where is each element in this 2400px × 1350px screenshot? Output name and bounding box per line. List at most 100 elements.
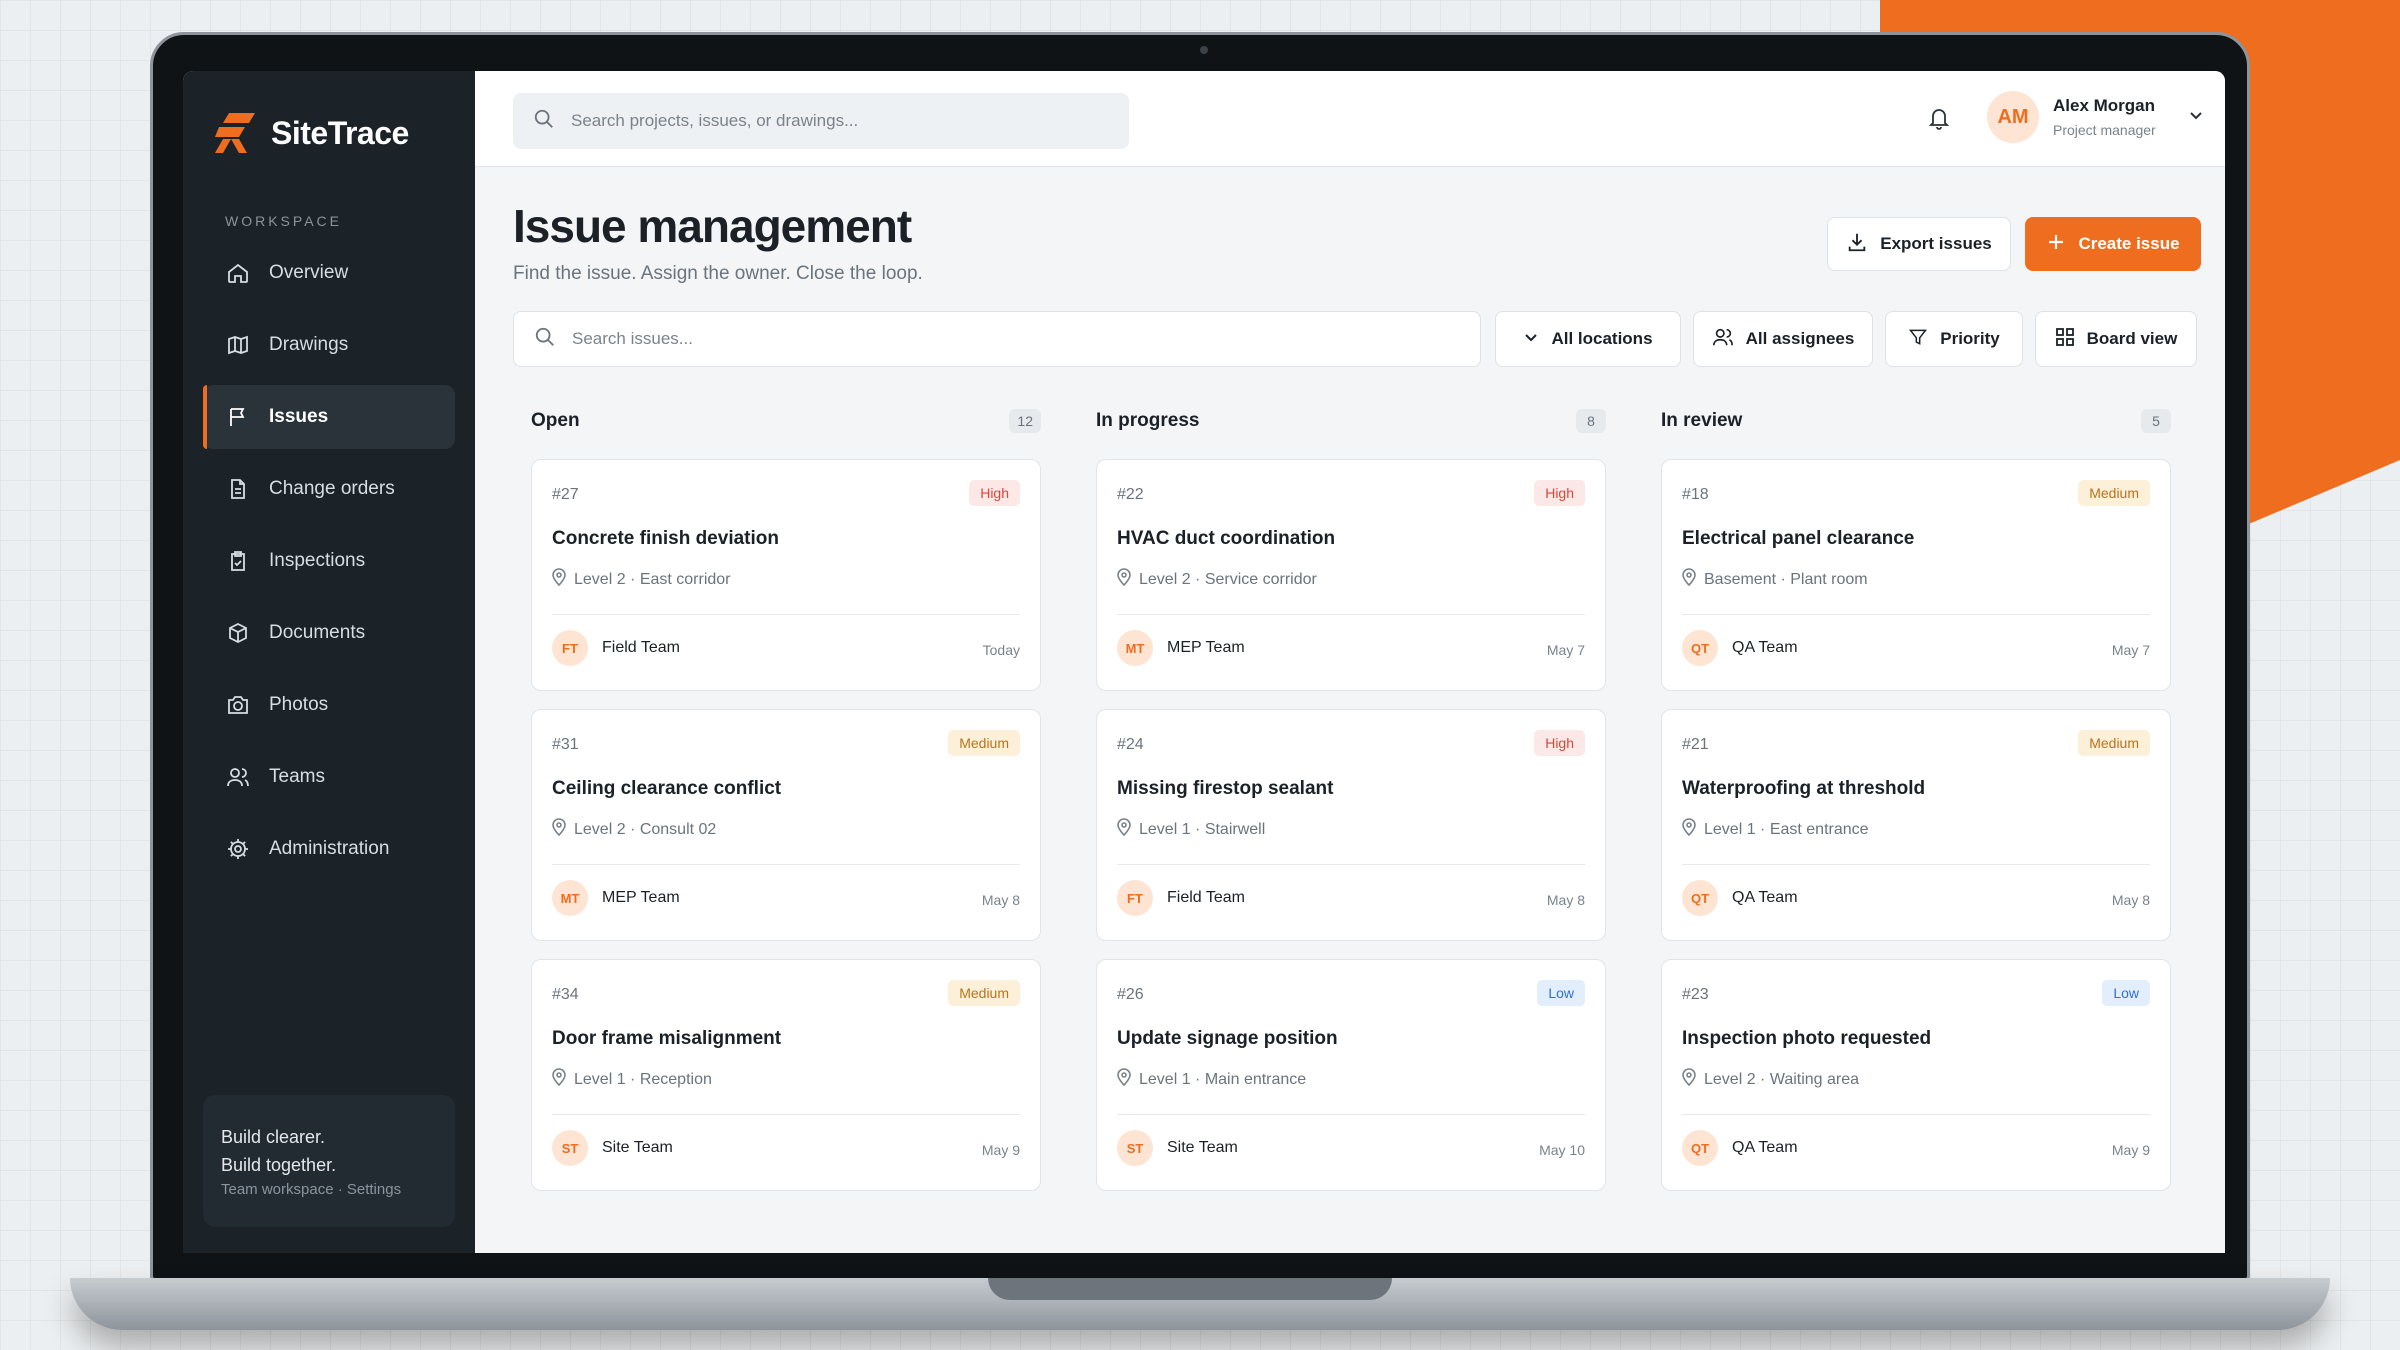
issue-card[interactable]: #23 Low Inspection photo requested Level 2 … bbox=[1661, 959, 2171, 1191]
avatar: AM bbox=[1987, 91, 2039, 143]
global-search-input[interactable]: Search projects, issues, or drawings... bbox=[513, 93, 1129, 149]
export-issues-button[interactable]: Export issues bbox=[1827, 217, 2011, 271]
team-avatar: FT bbox=[1117, 880, 1153, 916]
grid-icon bbox=[2055, 327, 2075, 352]
issue-title: Electrical panel clearance bbox=[1682, 528, 1915, 549]
issue-card[interactable]: #21 Medium Waterproofing at threshold Level… bbox=[1661, 709, 2171, 941]
bell-icon[interactable] bbox=[1927, 105, 1951, 136]
sitetrace-logo-icon bbox=[215, 113, 255, 153]
user-name: Alex Morgan bbox=[2053, 96, 2156, 115]
sidebar-item-overview[interactable]: Overview bbox=[203, 241, 455, 305]
clipboard-check-icon bbox=[225, 548, 251, 574]
column-title: Open bbox=[531, 410, 580, 431]
sidebar-item-administration[interactable]: Administration bbox=[203, 817, 455, 881]
assignee: QT QA Team bbox=[1682, 630, 1798, 666]
card-divider bbox=[1117, 614, 1585, 615]
footer-tagline-1: Build clearer. bbox=[221, 1127, 326, 1147]
priority-badge: High bbox=[1534, 730, 1585, 756]
assignee: QT QA Team bbox=[1682, 880, 1798, 916]
issue-date: May 7 bbox=[2111, 642, 2150, 658]
priority-badge: Medium bbox=[2078, 480, 2150, 506]
location-pin-icon bbox=[1682, 1068, 1696, 1091]
issue-card[interactable]: #22 High HVAC duct coordination Level 2 · S… bbox=[1096, 459, 1606, 691]
issue-date: May 9 bbox=[2111, 1142, 2150, 1158]
funnel-icon bbox=[1908, 327, 1928, 352]
issue-location-text: Level 1 · Reception bbox=[574, 1070, 712, 1088]
top-bar: Search projects, issues, or drawings... … bbox=[475, 71, 2225, 167]
team-name: QA Team bbox=[1732, 1139, 1798, 1156]
team-avatar: QT bbox=[1682, 1130, 1718, 1166]
priority-filter[interactable]: Priority bbox=[1885, 311, 2023, 367]
issue-card[interactable]: #24 High Missing firestop sealant Level 1 ·… bbox=[1096, 709, 1606, 941]
location-pin-icon bbox=[552, 818, 566, 841]
assignee: QT QA Team bbox=[1682, 1130, 1798, 1166]
issue-location-text: Level 2 · East corridor bbox=[574, 570, 731, 588]
issue-date: May 8 bbox=[981, 892, 1020, 908]
issue-title: Inspection photo requested bbox=[1682, 1028, 1932, 1049]
sidebar-item-teams[interactable]: Teams bbox=[203, 745, 455, 809]
issue-card[interactable]: #31 Medium Ceiling clearance conflict Level… bbox=[531, 709, 1041, 941]
issue-date: May 7 bbox=[1546, 642, 1585, 658]
assignees-filter-label: All assignees bbox=[1745, 329, 1855, 348]
board-view-toggle[interactable]: Board view bbox=[2035, 311, 2197, 367]
issue-location: Level 2 · Service corridor bbox=[1117, 568, 1317, 591]
locations-filter-label: All locations bbox=[1551, 329, 1653, 348]
issue-location: Level 1 · Main entrance bbox=[1117, 1068, 1306, 1091]
column-header-in-review: In review 5 bbox=[1661, 409, 2171, 433]
box-icon bbox=[225, 620, 251, 646]
issue-title: HVAC duct coordination bbox=[1117, 528, 1336, 549]
workspace-footer-card[interactable]: Build clearer. Build together. Team work… bbox=[203, 1095, 455, 1227]
sidebar-item-change-orders[interactable]: Change orders bbox=[203, 457, 455, 521]
locations-filter[interactable]: All locations bbox=[1495, 311, 1681, 367]
create-issue-button[interactable]: Create issue bbox=[2025, 217, 2201, 271]
issue-location-text: Level 2 · Service corridor bbox=[1139, 570, 1317, 588]
brand-logo[interactable]: SiteTrace bbox=[215, 113, 409, 153]
issue-card[interactable]: #34 Medium Door frame misalignment Level 1 … bbox=[531, 959, 1041, 1191]
location-pin-icon bbox=[1117, 818, 1131, 841]
issue-title: Concrete finish deviation bbox=[552, 528, 779, 549]
issue-location-text: Level 2 · Waiting area bbox=[1704, 1070, 1860, 1088]
sidebar-item-issues[interactable]: Issues bbox=[203, 385, 455, 449]
assignee: FT Field Team bbox=[1117, 880, 1245, 916]
user-menu[interactable]: AM Alex Morgan Project manager bbox=[1987, 91, 2204, 143]
export-issues-label: Export issues bbox=[1880, 234, 1992, 253]
issue-location-text: Basement · Plant room bbox=[1704, 570, 1868, 588]
issue-card[interactable]: #18 Medium Electrical panel clearance Basem… bbox=[1661, 459, 2171, 691]
issue-location: Basement · Plant room bbox=[1682, 568, 1868, 591]
issue-card[interactable]: #27 High Concrete finish deviation Level 2 … bbox=[531, 459, 1041, 691]
main-content: Search projects, issues, or drawings... … bbox=[475, 71, 2225, 1253]
sidebar-item-label: Change orders bbox=[269, 478, 395, 499]
sidebar-item-label: Overview bbox=[269, 262, 349, 283]
issue-card[interactable]: #26 Low Update signage position Level 1 · M… bbox=[1096, 959, 1606, 1191]
users-icon bbox=[225, 764, 251, 790]
card-divider bbox=[1682, 1114, 2150, 1115]
laptop-frame: SiteTrace WORKSPACE Overview Drawings Is… bbox=[150, 32, 2250, 1282]
team-avatar: QT bbox=[1682, 880, 1718, 916]
column-count: 8 bbox=[1576, 409, 1606, 433]
map-icon bbox=[225, 332, 251, 358]
assignee: MT MEP Team bbox=[552, 880, 680, 916]
assignee: FT Field Team bbox=[552, 630, 680, 666]
issue-id: #18 bbox=[1682, 486, 1709, 503]
sidebar-item-drawings[interactable]: Drawings bbox=[203, 313, 455, 377]
issue-date: May 9 bbox=[981, 1142, 1020, 1158]
issue-location-text: Level 1 · Main entrance bbox=[1139, 1070, 1307, 1088]
team-avatar: ST bbox=[1117, 1130, 1153, 1166]
issue-id: #34 bbox=[552, 986, 579, 1003]
chevron-down-icon bbox=[2188, 107, 2204, 128]
sidebar-item-label: Administration bbox=[269, 838, 390, 859]
issue-search-input[interactable]: Search issues... bbox=[513, 311, 1481, 367]
card-divider bbox=[1117, 864, 1585, 865]
brand-name: SiteTrace bbox=[271, 114, 409, 151]
workspace-section-label: WORKSPACE bbox=[225, 213, 342, 229]
issue-id: #26 bbox=[1117, 986, 1144, 1003]
sidebar-item-photos[interactable]: Photos bbox=[203, 673, 455, 737]
issue-location: Level 1 · East entrance bbox=[1682, 818, 1869, 841]
card-divider bbox=[552, 614, 1020, 615]
footer-settings-link[interactable]: Team workspace · Settings bbox=[221, 1181, 437, 1198]
assignees-filter[interactable]: All assignees bbox=[1693, 311, 1873, 367]
sidebar-item-inspections[interactable]: Inspections bbox=[203, 529, 455, 593]
issue-date: May 8 bbox=[2111, 892, 2150, 908]
sidebar-item-label: Inspections bbox=[269, 550, 366, 571]
sidebar-item-documents[interactable]: Documents bbox=[203, 601, 455, 665]
